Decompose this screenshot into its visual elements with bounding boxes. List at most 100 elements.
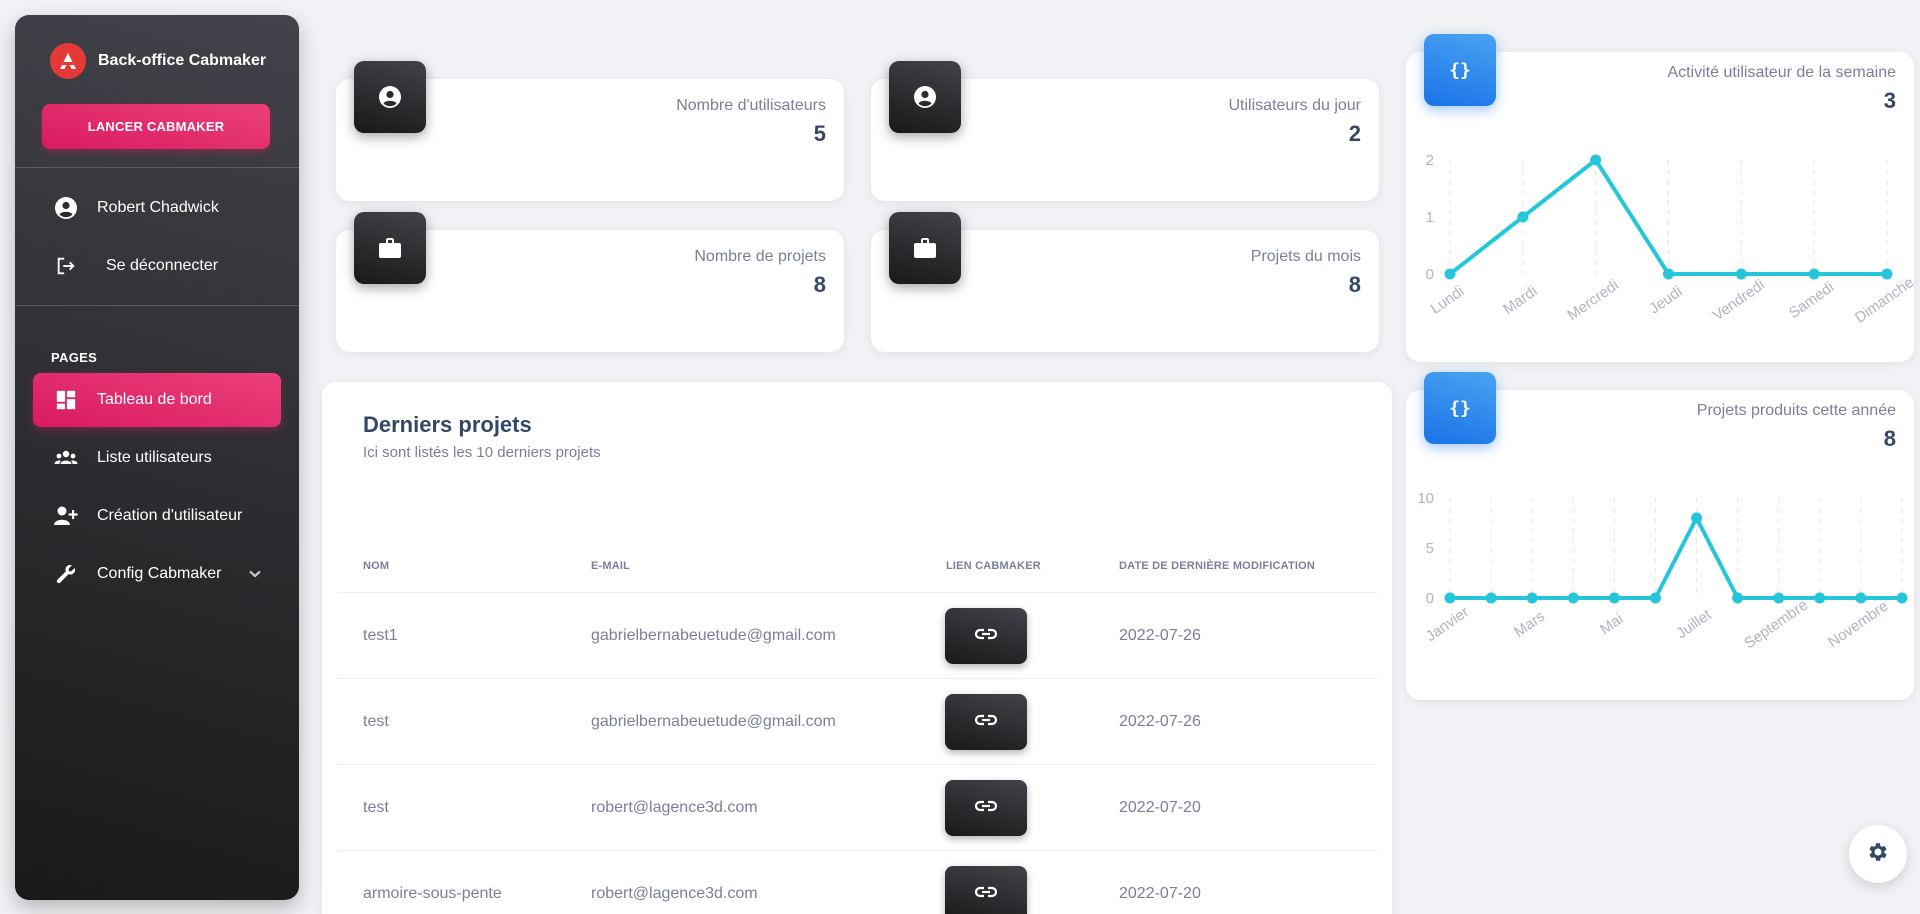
x-tick-label: Juillet (1673, 606, 1715, 642)
y-tick-label: 0 (1426, 590, 1434, 607)
divider (15, 167, 299, 168)
project-date: 2022-07-20 (1119, 798, 1201, 816)
y-tick-label: 10 (1417, 490, 1434, 507)
chart-title: Activité utilisateur de la semaine (1667, 64, 1896, 81)
x-tick-label: Mars (1511, 608, 1548, 641)
data-point[interactable] (1881, 268, 1893, 280)
stat-card-monthly-projects: Projets du mois 8 (871, 212, 1379, 352)
project-email: robert@lagence3d.com (591, 884, 758, 902)
chart-summary-value: 3 (1883, 88, 1896, 113)
y-tick-label: 5 (1426, 540, 1434, 557)
data-point[interactable] (1663, 268, 1674, 280)
data-point[interactable] (1444, 268, 1456, 280)
series-line (1448, 516, 1904, 600)
data-point[interactable] (1567, 592, 1579, 604)
project-email: gabrielbernabeuetude@gmail.com (591, 712, 836, 730)
data-point[interactable] (1517, 211, 1529, 223)
data-point[interactable] (1649, 592, 1661, 604)
data-point[interactable] (1485, 592, 1497, 604)
x-tick-label: Novembre (1825, 598, 1891, 652)
logout-item[interactable]: Se déconnecter (33, 239, 281, 293)
x-tick-label: Janvier (1423, 603, 1472, 645)
table-title: Derniers projets (363, 412, 532, 437)
briefcase-icon (889, 212, 961, 284)
gear-icon (1866, 840, 1890, 869)
settings-button[interactable] (1849, 825, 1907, 883)
user-profile-item[interactable]: Robert Chadwick (33, 181, 281, 235)
open-link-button[interactable] (945, 693, 1027, 750)
sidebar-item-create-user[interactable]: Création d'utilisateur (33, 489, 281, 543)
project-name: test (363, 798, 389, 816)
y-tick-label: 2 (1426, 152, 1434, 169)
data-point[interactable] (1773, 592, 1785, 604)
x-tick-label: Mercredi (1564, 277, 1622, 324)
stat-value: 5 (813, 121, 826, 146)
data-point[interactable] (1526, 592, 1538, 604)
stat-value: 8 (1348, 272, 1361, 297)
code-braces-icon: {} (1424, 34, 1496, 106)
stat-label: Nombre de projets (694, 248, 826, 265)
yearly-projects-chart-card: 0 5 10 Janvier Mars Mai Juillet Septembre Novemb… (1406, 372, 1914, 700)
data-point[interactable] (1732, 592, 1744, 604)
group-icon (53, 445, 79, 471)
logout-icon (53, 253, 79, 279)
sidebar-item-config[interactable]: Config Cabmaker (33, 547, 281, 601)
project-email: robert@lagence3d.com (591, 798, 758, 816)
stat-label: Utilisateurs du jour (1228, 97, 1362, 114)
column-header[interactable]: NOM (363, 560, 389, 572)
chart-title: Projets produits cette année (1696, 402, 1896, 419)
data-point[interactable] (1855, 592, 1867, 604)
series-line (1448, 158, 1889, 276)
project-name: test (363, 712, 389, 730)
person-add-icon (53, 503, 79, 529)
data-point[interactable] (1896, 592, 1908, 604)
data-point[interactable] (1808, 268, 1820, 280)
wrench-icon (53, 561, 79, 587)
brand[interactable]: Back-office Cabmaker (50, 43, 266, 79)
x-tick-label: Mardi (1500, 283, 1540, 318)
open-link-button[interactable] (945, 865, 1027, 914)
data-point[interactable] (1608, 592, 1620, 604)
data-point[interactable] (1691, 512, 1703, 524)
data-point[interactable] (1814, 592, 1826, 604)
cabmaker-logo-icon (50, 43, 86, 79)
x-tick-label: Vendredi (1710, 276, 1768, 324)
data-point[interactable] (1444, 592, 1456, 604)
open-link-button[interactable] (945, 607, 1027, 664)
weekly-activity-chart-card: 0 1 2 Lundi Mardi Mercredi Jeudi Vendredi Samedi… (1406, 34, 1914, 362)
project-date: 2022-07-26 (1119, 712, 1201, 730)
link-icon (974, 627, 998, 645)
data-point[interactable] (1735, 268, 1747, 280)
column-header[interactable]: DATE DE DERNIÈRE MODIFICATION (1119, 560, 1315, 572)
stat-label: Projets du mois (1250, 248, 1361, 265)
link-icon (974, 799, 998, 817)
open-link-button[interactable] (945, 779, 1027, 836)
user-name: Robert Chadwick (97, 199, 219, 216)
brand-name: Back-office Cabmaker (98, 52, 267, 69)
projects-table-card: Derniers projets Ici sont listés les 10 … (322, 382, 1392, 914)
sidebar: Back-office Cabmaker LANCER CABMAKER Rob… (15, 15, 299, 900)
stat-card-daily-users: Utilisateurs du jour 2 (871, 61, 1379, 201)
sidebar-item-label: Config Cabmaker (97, 565, 222, 582)
sidebar-item-label: Liste utilisateurs (97, 449, 212, 466)
y-tick-label: 1 (1426, 209, 1434, 226)
column-header[interactable]: LIEN CABMAKER (946, 560, 1041, 572)
briefcase-icon (354, 212, 426, 284)
sidebar-item-dashboard[interactable]: Tableau de bord (33, 373, 281, 427)
x-tick-label: Mai (1597, 610, 1627, 638)
sidebar-item-users-list[interactable]: Liste utilisateurs (33, 431, 281, 485)
chevron-down-icon[interactable] (249, 565, 261, 583)
column-header[interactable]: E-MAIL (591, 560, 630, 572)
launch-cabmaker-button[interactable]: LANCER CABMAKER (42, 104, 270, 149)
dashboard-icon (53, 387, 79, 413)
table-row: test robert@lagence3d.com 2022-07-20 (337, 764, 1377, 850)
project-date: 2022-07-26 (1119, 626, 1201, 644)
data-point[interactable] (1590, 154, 1602, 166)
x-tick-label: Jeudi (1646, 283, 1685, 317)
project-date: 2022-07-20 (1119, 884, 1201, 902)
link-icon (974, 885, 998, 903)
project-email: gabrielbernabeuetude@gmail.com (591, 626, 836, 644)
x-tick-label: Samedi (1786, 279, 1837, 322)
x-tick-label: Dimanche (1852, 274, 1914, 327)
x-tick-label: Septembre (1741, 596, 1811, 652)
